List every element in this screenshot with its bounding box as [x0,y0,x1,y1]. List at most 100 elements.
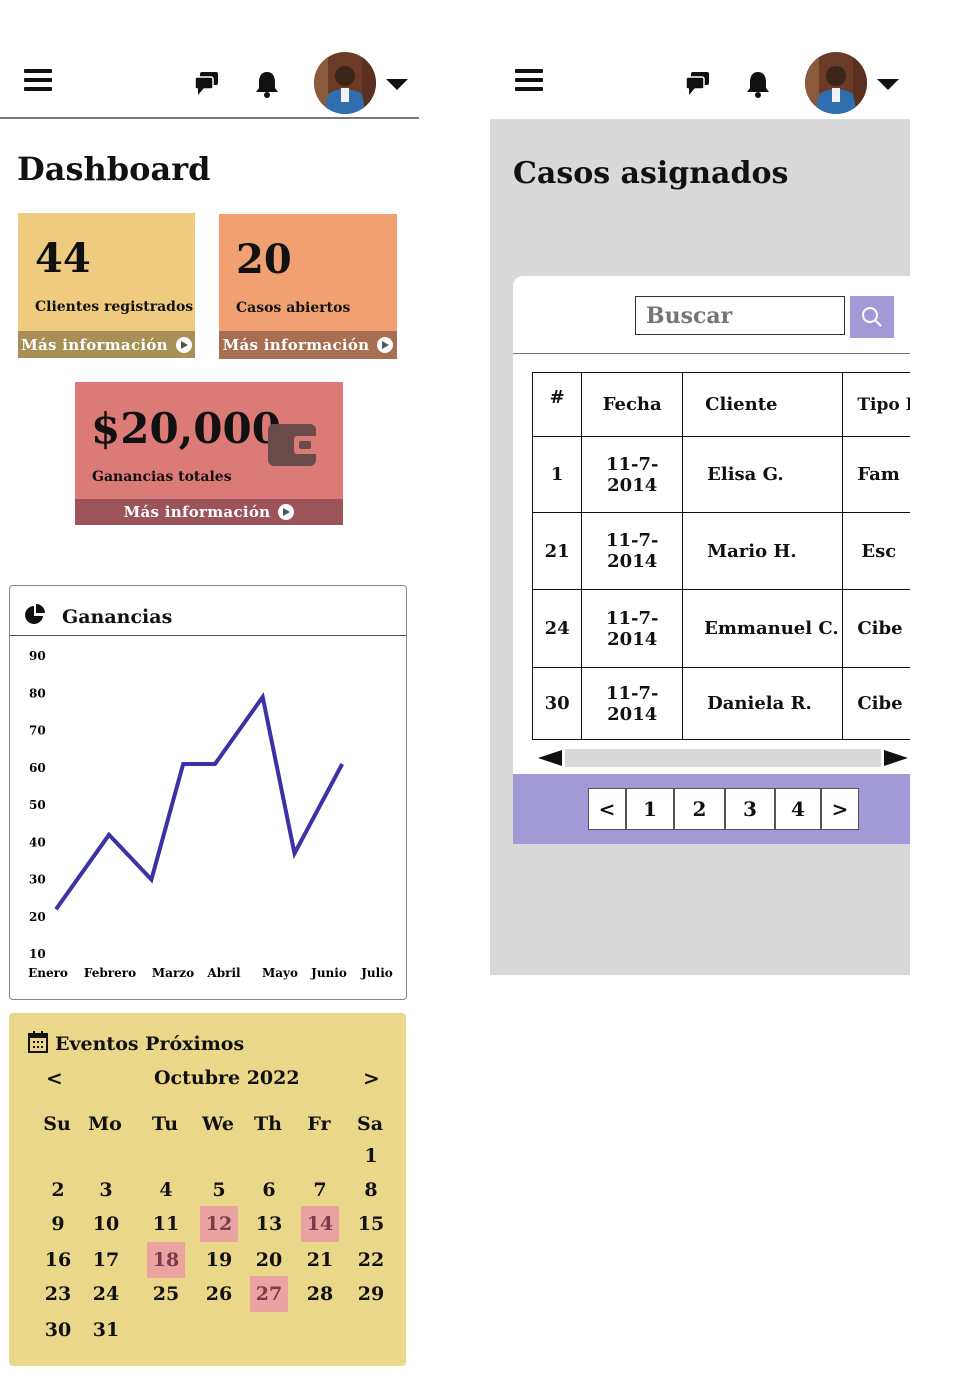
cell-id: 30 [531,667,583,740]
calendar-day[interactable]: 8 [352,1179,390,1201]
weekday-label: Sa [356,1113,384,1135]
cell-id: 1 [531,436,583,513]
weekday-label: Mo [88,1113,122,1135]
calendar-day[interactable]: 26 [200,1283,238,1305]
cell-fecha: 11-7-2014 [581,512,684,590]
card-ganancias: $20,000 Ganancias totales Más informació… [75,382,343,525]
calendar-day[interactable]: 17 [87,1249,125,1271]
calendar-day[interactable]: 30 [39,1319,77,1341]
calendar-day[interactable]: 22 [352,1249,390,1271]
col-id: # [531,372,583,437]
scrollbar-track[interactable] [565,749,881,767]
calendar-day[interactable]: 13 [250,1213,288,1235]
events-calendar: Eventos Próximos < Octubre 2022 > Su Mo Tu… [9,1013,406,1366]
cell-cliente: Daniela R. [682,667,844,740]
page-2-button[interactable]: 2 [674,788,725,830]
calendar-day[interactable]: 7 [301,1179,339,1201]
scroll-left-arrow-icon[interactable] [538,750,562,766]
header-divider [0,117,419,119]
calendar-day[interactable]: 9 [39,1213,77,1235]
casos-more-link[interactable]: Más información [219,331,397,359]
page-3-button[interactable]: 3 [725,788,775,830]
x-tick-label: Mayo [262,966,298,980]
arrow-right-circle-icon [278,504,295,520]
y-tick-label: 80 [29,686,46,700]
chevron-down-icon[interactable] [877,79,899,90]
cell-tipo: Esc [842,512,910,590]
x-tick-label: Febrero [84,966,136,980]
calendar-day[interactable]: 25 [147,1283,185,1305]
calendar-day[interactable]: 1 [352,1145,390,1167]
calendar-day[interactable]: 2 [39,1179,77,1201]
calendar-day[interactable]: 24 [87,1283,125,1305]
avatar[interactable] [805,52,867,114]
calendar-day[interactable]: 11 [147,1213,185,1235]
next-page-button[interactable]: > [821,788,859,830]
calendar-day[interactable]: 16 [39,1249,77,1271]
page-title: Dashboard [17,150,211,188]
bell-icon[interactable] [745,70,771,98]
calendar-day-event[interactable]: 12 [200,1206,238,1242]
cell-cliente: Mario H. [682,512,844,590]
weekday-label: We [202,1113,234,1135]
menu-icon[interactable] [24,69,52,91]
more-label: Más información [222,336,370,354]
table-row[interactable]: 24 11-7-2014 Emmanuel C. Cibe [531,589,910,668]
cell-tipo: Cibe [842,667,910,740]
ganancias-more-link[interactable]: Más información [75,499,343,525]
menu-icon[interactable] [515,69,543,91]
calendar-day[interactable]: 29 [352,1283,390,1305]
search-divider [513,353,910,354]
cell-tipo: Fam [842,436,910,513]
calendar-grid: Su Mo Tu We Th Fr Sa 1 2 3 4 5 6 7 8 9 10 11 12 13 14 15 16 17 1… [9,1013,406,1366]
col-fecha: Fecha [581,372,684,437]
horizontal-scrollbar[interactable] [538,749,910,767]
calendar-day-event[interactable]: 14 [301,1206,339,1242]
table-row[interactable]: 1 11-7-2014 Elisa G. Fam [531,436,910,513]
x-tick-label: Marzo [152,966,194,980]
cases-card: # Fecha Cliente Tipo Dem 1 11-7-2014 Eli… [513,276,910,844]
chart-title: Ganancias [62,606,173,628]
card-casos: 20 Casos abiertos Más información [219,214,397,359]
casos-count: 20 [236,236,292,283]
col-tipo: Tipo Dem [842,372,910,437]
cell-fecha: 11-7-2014 [581,589,684,668]
weekday-label: Su [43,1113,71,1135]
page-1-button[interactable]: 1 [626,788,674,830]
calendar-day[interactable]: 21 [301,1249,339,1271]
search-button[interactable] [850,296,894,338]
chat-icon[interactable] [194,70,220,96]
calendar-day[interactable]: 3 [87,1179,125,1201]
page-4-button[interactable]: 4 [775,788,821,830]
bell-icon[interactable] [254,70,280,98]
x-tick-label: Junio [310,966,347,980]
clientes-more-link[interactable]: Más información [18,331,195,358]
calendar-day[interactable]: 31 [87,1319,125,1341]
calendar-day-event[interactable]: 18 [147,1242,185,1278]
calendar-day[interactable]: 19 [200,1249,238,1271]
scroll-right-arrow-icon[interactable] [884,750,908,766]
table-row[interactable]: 30 11-7-2014 Daniela R. Cibe [531,667,910,740]
calendar-day[interactable]: 23 [39,1283,77,1305]
search-input[interactable] [635,296,845,335]
calendar-day[interactable]: 15 [352,1213,390,1235]
calendar-day-event[interactable]: 27 [250,1276,288,1312]
calendar-day[interactable]: 6 [250,1179,288,1201]
calendar-day[interactable]: 28 [301,1283,339,1305]
table-header-row: # Fecha Cliente Tipo Dem [531,372,910,437]
calendar-day[interactable]: 4 [147,1179,185,1201]
cell-cliente: Elisa G. [682,436,844,513]
ganancias-label: Ganancias totales [92,469,232,485]
chevron-down-icon[interactable] [386,79,408,90]
cases-table: # Fecha Cliente Tipo Dem 1 11-7-2014 Eli… [531,372,910,740]
calendar-day[interactable]: 20 [250,1249,288,1271]
avatar[interactable] [314,52,376,114]
calendar-day[interactable]: 10 [87,1213,125,1235]
table-row[interactable]: 21 11-7-2014 Mario H. Esc [531,512,910,590]
y-tick-label: 10 [29,947,46,961]
calendar-day[interactable]: 5 [200,1179,238,1201]
chat-icon[interactable] [685,70,711,96]
clientes-label: Clientes registrados [35,299,194,315]
y-tick-label: 30 [29,873,46,887]
prev-page-button[interactable]: < [588,788,626,830]
